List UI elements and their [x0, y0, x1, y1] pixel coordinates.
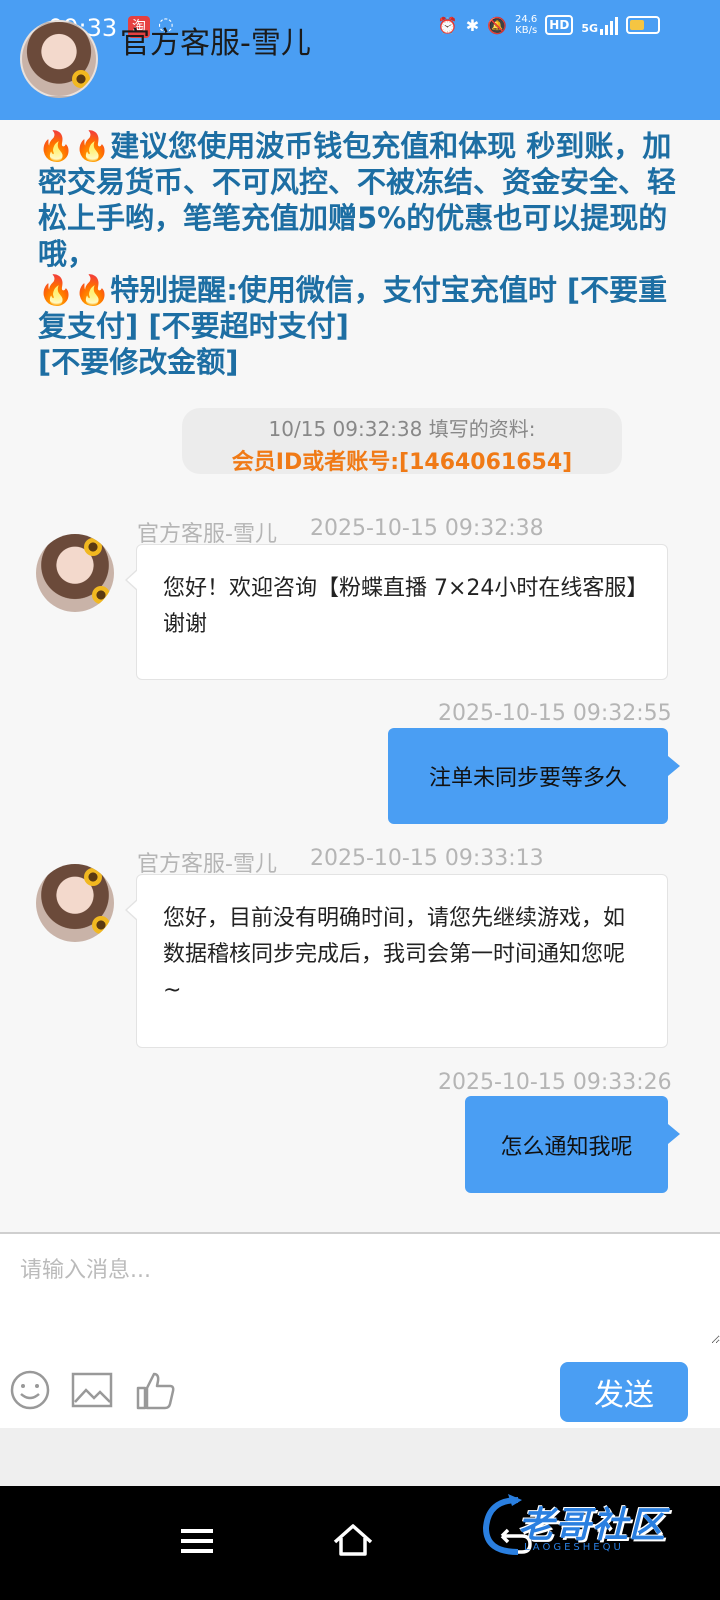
message-bubble-outgoing[interactable]: 怎么通知我呢 [465, 1096, 680, 1193]
message-timestamp: 2025-10-15 09:32:55 [438, 701, 672, 726]
avatar[interactable] [20, 20, 98, 98]
send-button[interactable]: 发送 [560, 1362, 688, 1422]
message-bubble-incoming[interactable]: 您好！欢迎咨询【粉蝶直播 7×24小时在线客服】谢谢 [125, 544, 668, 680]
composer-spacer [0, 1428, 720, 1486]
chat-header: 09:33 淘 ◌ ⏰ ✱ 🔕 24.6 KB/s HD 5G 官方客服-雪儿 [0, 0, 720, 120]
watermark-logo: 老哥社区 LAOGESHEQU [478, 1486, 710, 1566]
battery-icon [626, 16, 660, 34]
status-icons: ⏰ ✱ 🔕 24.6 KB/s HD 5G [438, 14, 660, 36]
member-id: 会员ID或者账号:[1464061654] [231, 450, 573, 475]
net-speed: 24.6 KB/s [515, 14, 538, 36]
hd-badge: HD [545, 15, 574, 35]
image-icon[interactable] [70, 1368, 114, 1412]
message-timestamp: 2025-10-15 09:33:13 [310, 846, 544, 871]
emoji-icon[interactable] [8, 1368, 52, 1412]
menu-icon[interactable] [172, 1516, 222, 1566]
signal-icon: 5G [581, 15, 618, 35]
home-icon[interactable] [328, 1516, 378, 1566]
message-bubble-incoming[interactable]: 您好，目前没有明确时间，请您先继续游戏，如数据稽核同步完成后，我司会第一时间通知… [125, 874, 668, 1048]
message-composer: 发送 [0, 1232, 720, 1428]
notice-line: [不要修改金额] [38, 345, 239, 379]
agent-avatar[interactable] [36, 864, 114, 942]
submitted-info-title: 10/15 09:32:38 填写的资料: [268, 417, 536, 441]
message-bubble-outgoing[interactable]: 注单未同步要等多久 [388, 728, 680, 824]
alarm-icon: ⏰ [437, 15, 458, 35]
mute-icon: 🔕 [487, 15, 508, 35]
notice-line: 🔥🔥特别提醒:使用微信，支付宝充值时 [不要重复支付] [不要超时支付] [38, 273, 668, 343]
watermark-text: 老哥社区 [518, 1505, 667, 1546]
thumbs-up-icon[interactable] [134, 1368, 178, 1412]
page-title: 官方客服-雪儿 [120, 26, 311, 61]
notice-line: 🔥🔥建议您使用波币钱包充值和体现 秒到账，加密交易货币、不可风控、不被冻结、资金… [38, 129, 677, 271]
promo-notice: 🔥🔥建议您使用波币钱包充值和体现 秒到账，加密交易货币、不可风控、不被冻结、资金… [38, 128, 678, 380]
agent-avatar[interactable] [36, 534, 114, 612]
message-timestamp: 2025-10-15 09:33:26 [438, 1070, 672, 1095]
message-timestamp: 2025-10-15 09:32:38 [310, 516, 544, 541]
message-input[interactable] [0, 1234, 720, 1344]
bluetooth-icon: ✱ [465, 15, 480, 35]
watermark-subtext: LAOGESHEQU [524, 1542, 624, 1553]
submitted-info-box: 10/15 09:32:38 填写的资料: 会员ID或者账号:[14640616… [182, 408, 622, 475]
